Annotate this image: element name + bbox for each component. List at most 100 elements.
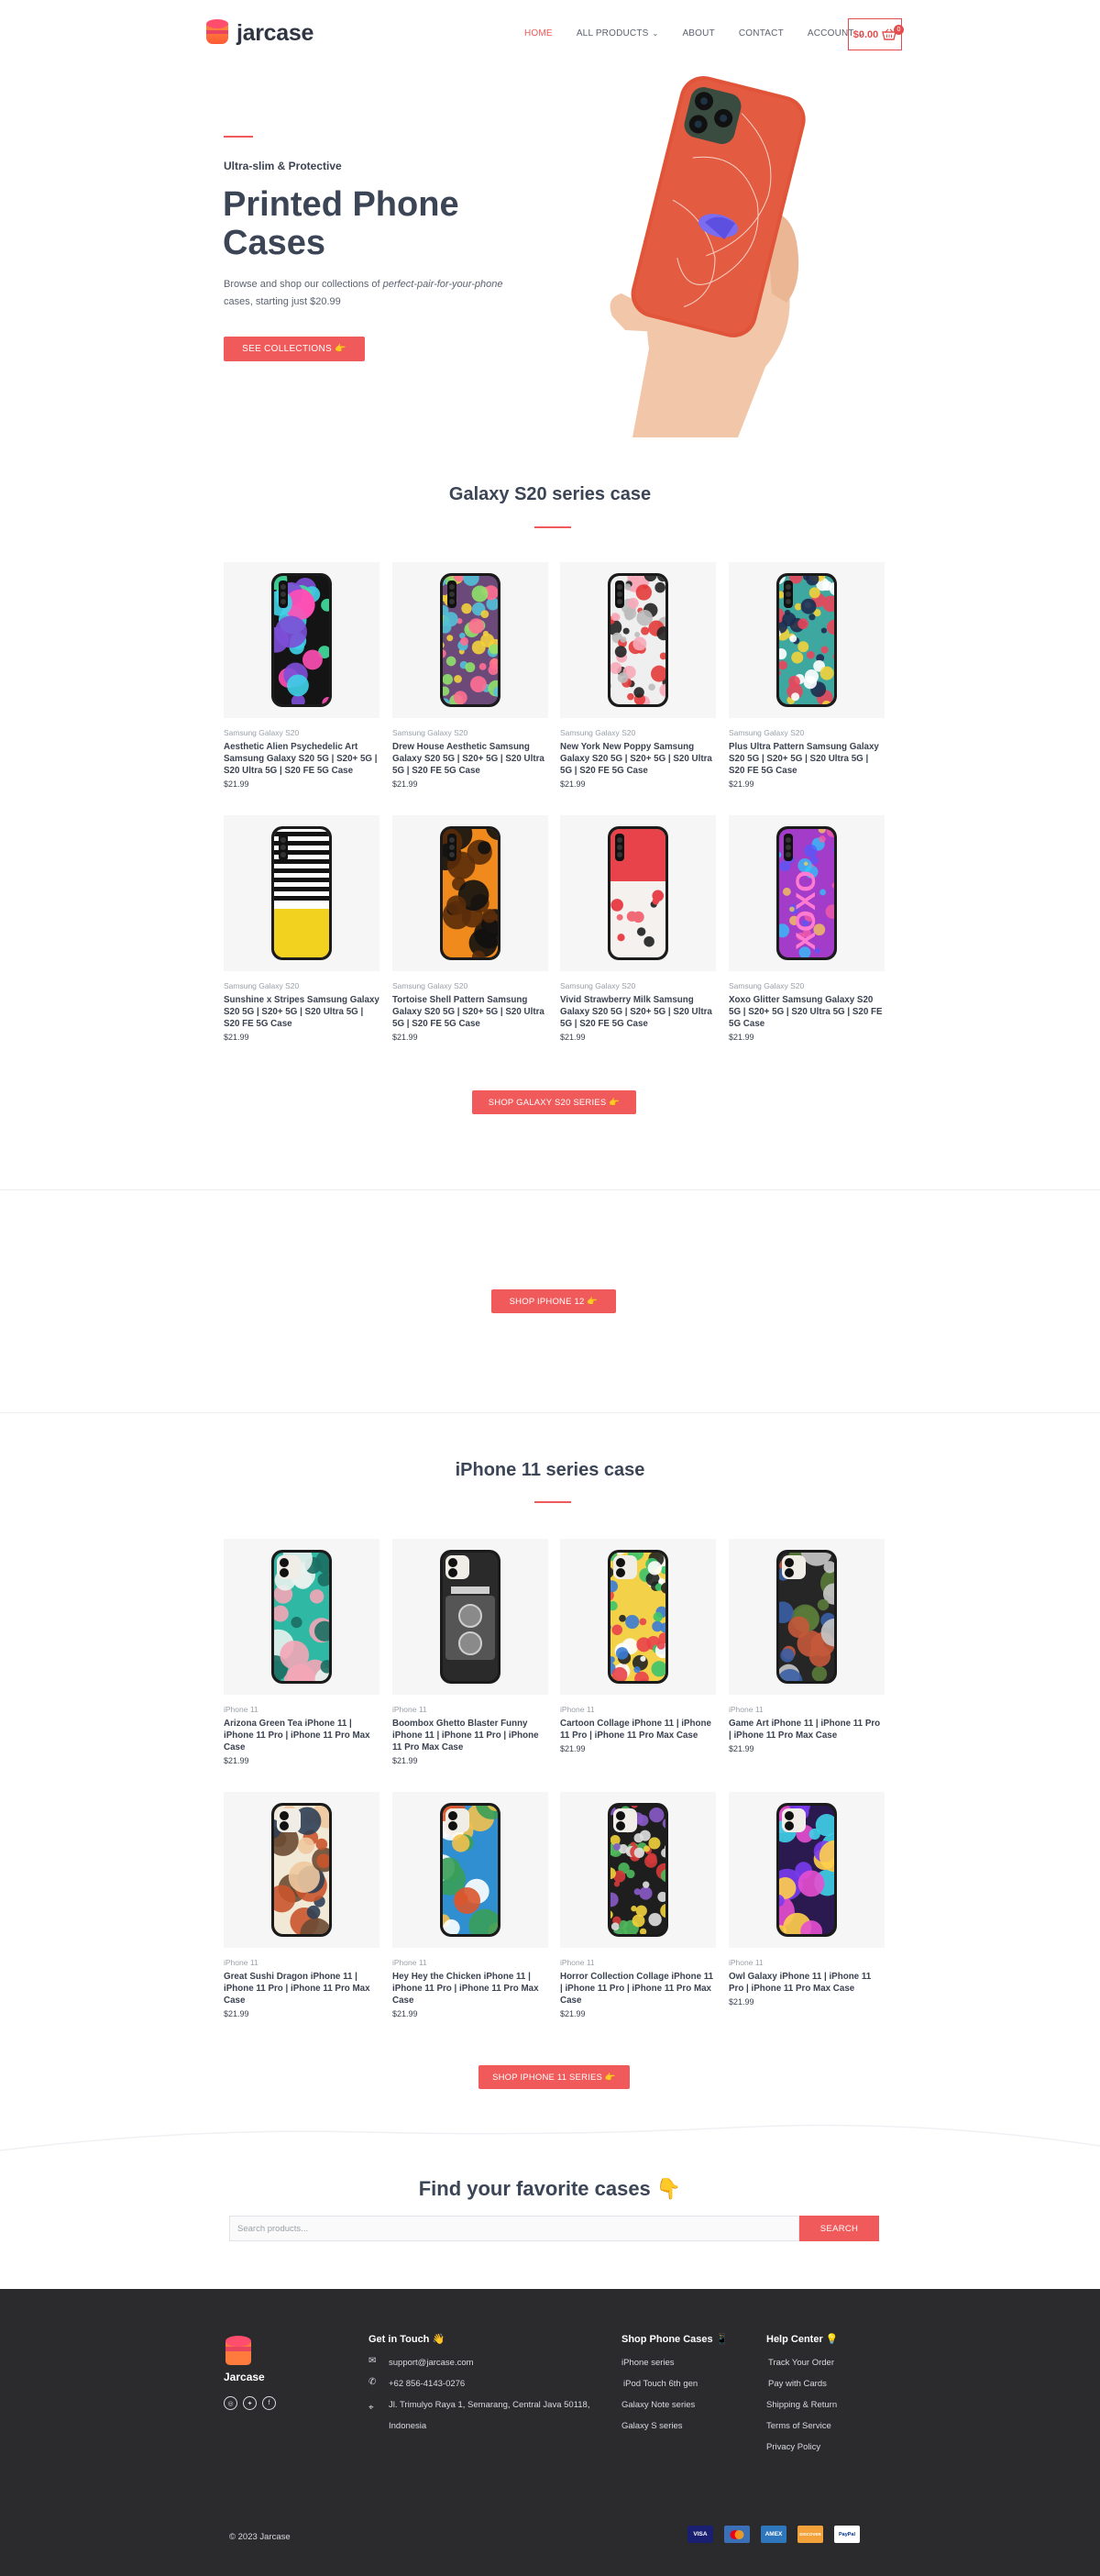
product-image[interactable] [392,562,548,718]
product-card[interactable]: iPhone 11 Great Sushi Dragon iPhone 11 |… [224,1792,380,2018]
product-card[interactable]: Samsung Galaxy S20 Drew House Aesthetic … [392,562,548,789]
cart-amount: $0.00 [852,28,879,40]
nav-home[interactable]: HOME [524,28,553,39]
footer-link-pay-cards[interactable]: Pay with Cards [768,2377,827,2391]
product-image[interactable] [392,1792,548,1948]
shop-galaxy-s20-button[interactable]: SHOP GALAXY S20 SERIES 👉 [472,1090,636,1114]
product-title[interactable]: Sunshine x Stripes Samsung Galaxy S20 5G… [224,994,380,1030]
nav-about[interactable]: ABOUT [682,28,714,39]
phone-case-image [271,1550,332,1684]
product-category[interactable]: iPhone 11 [729,1958,885,1967]
product-title[interactable]: Xoxo Glitter Samsung Galaxy S20 5G | S20… [729,994,885,1030]
product-card[interactable]: Samsung Galaxy S20 Vivid Strawberry Milk… [560,815,716,1042]
product-image[interactable] [560,1792,716,1948]
product-category[interactable]: Samsung Galaxy S20 [729,981,885,990]
product-category[interactable]: iPhone 11 [560,1958,716,1967]
product-title[interactable]: Arizona Green Tea iPhone 11 | iPhone 11 … [224,1718,380,1753]
product-category[interactable]: iPhone 11 [392,1958,548,1967]
product-card[interactable]: iPhone 11 Boombox Ghetto Blaster Funny i… [392,1539,548,1765]
product-category[interactable]: Samsung Galaxy S20 [224,728,380,737]
product-image[interactable] [560,562,716,718]
product-card[interactable]: Samsung Galaxy S20 Plus Ultra Pattern Sa… [729,562,885,789]
product-title[interactable]: Game Art iPhone 11 | iPhone 11 Pro | iPh… [729,1718,885,1741]
product-card[interactable]: Samsung Galaxy S20 Sunshine x Stripes Sa… [224,815,380,1042]
product-category[interactable]: iPhone 11 [392,1705,548,1714]
brand-logo[interactable]: jarcase [205,19,314,47]
footer-link-terms[interactable]: Terms of Service [766,2419,831,2433]
product-category[interactable]: iPhone 11 [224,1705,380,1714]
product-image[interactable]: XOXO [729,815,885,971]
product-image[interactable] [560,815,716,971]
main-nav: HOME ALL PRODUCTS ⌄ ABOUT CONTACT ACCOUNT… [524,28,888,39]
footer-link-galaxy-s[interactable]: Galaxy S series [622,2419,683,2433]
product-category[interactable]: Samsung Galaxy S20 [392,728,548,737]
product-title[interactable]: Vivid Strawberry Milk Samsung Galaxy S20… [560,994,716,1030]
footer-link-shipping[interactable]: Shipping & Return [766,2398,837,2412]
product-title[interactable]: Aesthetic Alien Psychedelic Art Samsung … [224,741,380,777]
product-category[interactable]: Samsung Galaxy S20 [392,981,548,990]
product-title[interactable]: Boombox Ghetto Blaster Funny iPhone 11 |… [392,1718,548,1753]
phone-case-image [440,826,500,960]
product-category[interactable]: iPhone 11 [224,1958,380,1967]
product-price: $21.99 [224,1033,249,1042]
product-category[interactable]: iPhone 11 [729,1705,885,1714]
product-category[interactable]: iPhone 11 [560,1705,716,1714]
nav-all-products[interactable]: ALL PRODUCTS ⌄ [577,28,659,39]
footer-link-track-order[interactable]: Track Your Order [768,2356,834,2370]
product-title[interactable]: Owl Galaxy iPhone 11 | iPhone 11 Pro | i… [729,1971,885,1995]
product-card[interactable]: iPhone 11 Cartoon Collage iPhone 11 | iP… [560,1539,716,1753]
product-image[interactable] [224,815,380,971]
see-collections-button[interactable]: SEE COLLECTIONS 👉 [224,337,365,361]
footer-link-ipod-touch[interactable]: iPod Touch 6th gen [623,2377,698,2391]
product-title[interactable]: Plus Ultra Pattern Samsung Galaxy S20 5G… [729,741,885,777]
product-image[interactable] [560,1539,716,1695]
product-image[interactable] [729,562,885,718]
contact-email[interactable]: support@jarcase.com [389,2356,474,2370]
product-title[interactable]: Horror Collection Collage iPhone 11 | iP… [560,1971,716,2007]
facebook-icon[interactable]: f [262,2396,276,2410]
product-image[interactable] [729,1539,885,1695]
product-title[interactable]: New York New Poppy Samsung Galaxy S20 5G… [560,741,716,777]
phone-icon: ✆ [368,2377,377,2387]
shop-iphone-11-button[interactable]: SHOP IPHONE 11 SERIES 👉 [478,2065,630,2089]
product-category[interactable]: Samsung Galaxy S20 [224,981,380,990]
product-card[interactable]: Samsung Galaxy S20 Aesthetic Alien Psych… [224,562,380,789]
instagram-icon[interactable]: ◎ [224,2396,237,2410]
product-card[interactable]: XOXO Samsung Galaxy S20 Xoxo Glitter Sam… [729,815,885,1042]
product-title[interactable]: Cartoon Collage iPhone 11 | iPhone 11 Pr… [560,1718,716,1741]
product-category[interactable]: Samsung Galaxy S20 [560,728,716,737]
product-card[interactable]: iPhone 11 Hey Hey the Chicken iPhone 11 … [392,1792,548,2018]
product-image[interactable] [224,562,380,718]
twitter-icon[interactable]: ✦ [243,2396,257,2410]
contact-phone[interactable]: +62 856-4143-0276 [389,2377,465,2391]
galaxy-title-underline [534,526,571,528]
product-image[interactable] [392,1539,548,1695]
product-title[interactable]: Drew House Aesthetic Samsung Galaxy S20 … [392,741,548,777]
product-title[interactable]: Hey Hey the Chicken iPhone 11 | iPhone 1… [392,1971,548,2007]
footer-link-galaxy-note[interactable]: Galaxy Note series [622,2398,695,2412]
product-image[interactable] [224,1539,380,1695]
footer-link-iphone-series[interactable]: iPhone series [622,2356,675,2370]
product-price: $21.99 [392,1033,418,1042]
map-icon: ⌖ [368,2403,374,2413]
product-card[interactable]: Samsung Galaxy S20 Tortoise Shell Patter… [392,815,548,1042]
product-card[interactable]: iPhone 11 Game Art iPhone 11 | iPhone 11… [729,1539,885,1753]
search-input[interactable]: Search products... [229,2216,799,2241]
product-card[interactable]: iPhone 11 Arizona Green Tea iPhone 11 | … [224,1539,380,1765]
footer-link-privacy[interactable]: Privacy Policy [766,2440,820,2454]
product-category[interactable]: Samsung Galaxy S20 [560,981,716,990]
search-button[interactable]: SEARCH [799,2216,879,2241]
product-title[interactable]: Great Sushi Dragon iPhone 11 | iPhone 11… [224,1971,380,2007]
iphone11-section-title: iPhone 11 series case [455,1460,645,1480]
product-title[interactable]: Tortoise Shell Pattern Samsung Galaxy S2… [392,994,548,1030]
product-card[interactable]: iPhone 11 Owl Galaxy iPhone 11 | iPhone … [729,1792,885,2007]
product-category[interactable]: Samsung Galaxy S20 [729,728,885,737]
product-card[interactable]: iPhone 11 Horror Collection Collage iPho… [560,1792,716,2018]
product-card[interactable]: Samsung Galaxy S20 New York New Poppy Sa… [560,562,716,789]
shop-iphone-12-button[interactable]: SHOP IPHONE 12 👉 [491,1289,616,1313]
cart-button[interactable]: $0.00 [848,18,902,50]
product-image[interactable] [729,1792,885,1948]
product-image[interactable] [392,815,548,971]
nav-contact[interactable]: CONTACT [739,28,784,39]
product-image[interactable] [224,1792,380,1948]
